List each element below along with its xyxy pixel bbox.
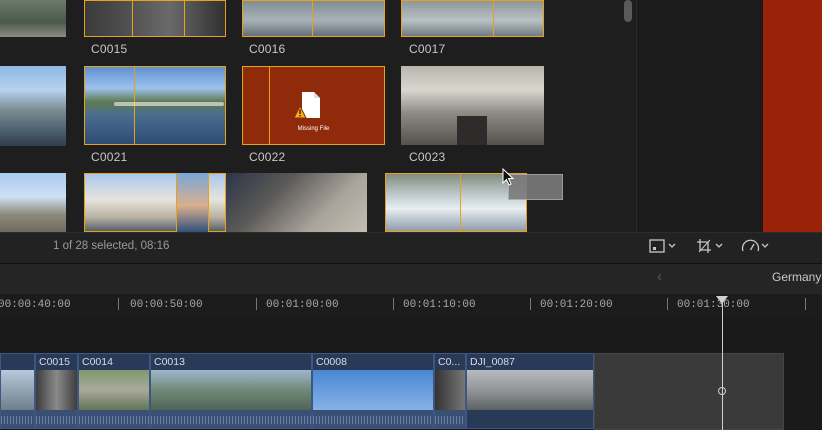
crop-icon [697,239,723,253]
clip-thumb-c0021[interactable] [84,66,226,145]
viewer-frame [763,0,822,232]
missing-file-text: Missing File [297,126,330,132]
timeline-clip-c0014[interactable]: C0014 [78,353,150,429]
ruler-tick [805,298,806,310]
timeline-header [0,263,822,294]
timeline-clip[interactable] [0,353,35,429]
clip-label-c0017: C0017 [409,42,446,56]
clip-thumb-c0023[interactable] [401,66,544,145]
ruler-label: 00:00:40:00 [0,299,71,311]
clip-thumb-c0017[interactable] [401,0,544,37]
speedometer-icon [741,239,769,252]
playhead[interactable] [722,296,723,430]
timeline-clip-c0[interactable]: C0... [434,353,466,429]
playhead-handle[interactable] [716,296,728,304]
transform-icon [649,239,676,253]
clip-label-c0022: C0022 [249,150,286,164]
ruler-tick [393,298,394,310]
ruler-tick [667,298,668,310]
timeline-clip-c0013[interactable]: C0013 [150,353,312,429]
ruler-label: 00:00:50:00 [130,299,203,311]
drag-ghost [508,174,563,200]
media-browser: C0015 C0016 C0017 C0021 Missing File C00… [0,0,636,232]
crop-tool[interactable] [696,238,726,254]
timeline-clip-dji-0087[interactable]: DJI_0087 [466,353,594,429]
clip-thumb-c0015[interactable] [84,0,226,37]
clip-thumb-c0016[interactable] [242,0,385,37]
transform-tool[interactable] [648,238,678,254]
selection-status: 1 of 28 selected, 08:16 [53,240,170,252]
clip-label-c0015: C0015 [91,42,128,56]
project-name: Germany [772,270,822,284]
playhead-marker [718,387,726,395]
timeline-clip-c0008[interactable]: C0008 [312,353,434,429]
ruler-tick [530,298,531,310]
ruler-label: 00:01:00:00 [266,299,339,311]
viewer [636,0,822,232]
clip-label-c0021: C0021 [91,150,128,164]
ruler-tick [256,298,257,310]
browser-scrollbar[interactable] [624,0,632,22]
ruler-label: 00:01:20:00 [540,299,613,311]
clip-thumb-row3-filmstrip[interactable] [84,173,226,232]
ruler-label: 00:01:30:00 [677,299,750,311]
clip-label-c0016: C0016 [249,42,286,56]
clip-thumb-c0022-missing[interactable]: Missing File [242,66,385,145]
mouse-cursor-icon [502,168,514,186]
ruler-label: 00:01:10:00 [403,299,476,311]
ruler-tick [118,298,119,310]
gap-clip[interactable] [594,353,784,430]
speed-tool[interactable] [741,238,771,254]
clip-thumb-row2-left[interactable] [0,66,66,146]
clip-thumb-row3-left[interactable] [0,173,66,232]
timeline-clip-c0015[interactable]: C0015 [35,353,78,429]
clip-label-c0023: C0023 [409,150,446,164]
clip-thumb-row1-left[interactable] [0,0,66,37]
clip-thumb-row3-ground[interactable] [226,173,367,232]
back-arrow-icon[interactable]: ‹ [657,268,662,285]
missing-file-icon [294,92,320,119]
